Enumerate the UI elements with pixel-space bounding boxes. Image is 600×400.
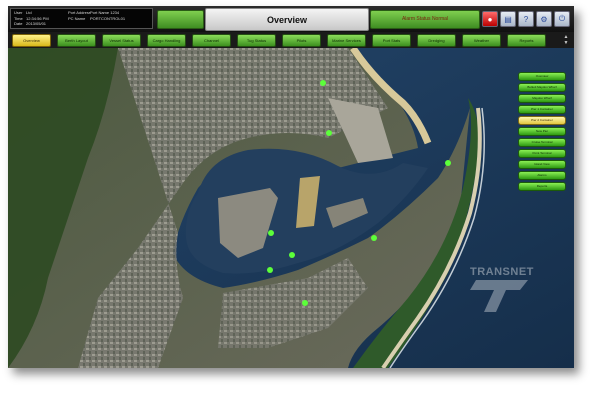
side-menu-item[interactable]: New Pier: [518, 127, 566, 136]
status-marker[interactable]: [267, 267, 273, 273]
nav-scroll-control[interactable]: ▲ ▼: [560, 33, 572, 47]
logout-icon[interactable]: ⏻: [554, 11, 570, 27]
nav-tab[interactable]: Weather: [462, 34, 501, 47]
company-watermark: TRANSNET: [470, 266, 550, 326]
status-marker[interactable]: [289, 252, 295, 258]
top-header: User Ltd Port Address Port Name 1234 Tim…: [8, 6, 574, 32]
nav-tab[interactable]: Dredging: [417, 34, 456, 47]
alarm-status-text: Alarm Status Normal: [401, 16, 449, 22]
header-toolbar: ● ▤ ? ⚙ ⏻: [482, 11, 570, 27]
page-title: Overview: [205, 8, 369, 31]
nav-tab[interactable]: Tug Status: [237, 34, 276, 47]
header-status-left: [157, 10, 204, 29]
info-value: 2013/05/01: [26, 21, 47, 27]
status-marker[interactable]: [320, 80, 326, 86]
nav-tab[interactable]: Vessel Status: [102, 34, 141, 47]
side-menu-item[interactable]: Overview: [518, 72, 566, 81]
settings-icon[interactable]: ⚙: [536, 11, 552, 27]
print-icon[interactable]: ▤: [500, 11, 516, 27]
side-menu-item-active[interactable]: Pier 2 Container: [518, 116, 566, 125]
nav-tab[interactable]: Berth Layout: [57, 34, 96, 47]
nav-tab[interactable]: Pilots: [282, 34, 321, 47]
nav-tab[interactable]: Cargo Handling: [147, 34, 186, 47]
port-satellite-map[interactable]: Overview Bulkoil Maydon Wharf Maydon Wha…: [8, 48, 574, 368]
side-menu-item[interactable]: Cruise Terminal: [518, 138, 566, 147]
side-menu-item[interactable]: Point Terminal: [518, 149, 566, 158]
terminal-side-menu: Overview Bulkoil Maydon Wharf Maydon Wha…: [518, 72, 566, 191]
nav-tab[interactable]: Port Stats: [372, 34, 411, 47]
status-marker[interactable]: [302, 300, 308, 306]
side-menu-item[interactable]: Bulkoil Maydon Wharf: [518, 83, 566, 92]
status-marker[interactable]: [445, 160, 451, 166]
alarm-icon[interactable]: ●: [482, 11, 498, 27]
status-marker[interactable]: [268, 230, 274, 236]
nav-tab[interactable]: Marine Services: [327, 34, 366, 47]
info-label: PC Name: [68, 15, 86, 21]
nav-tab-overview[interactable]: Overview: [12, 34, 51, 47]
main-navigation: Overview Berth Layout Vessel Status Carg…: [8, 32, 574, 48]
info-value: PORTCONTROL01: [90, 15, 126, 21]
side-menu-item[interactable]: Island View: [518, 160, 566, 169]
help-icon[interactable]: ?: [518, 11, 534, 27]
nav-tab[interactable]: Reports: [507, 34, 546, 47]
side-menu-item[interactable]: Alarms: [518, 171, 566, 180]
side-menu-item[interactable]: Maydon Wharf: [518, 94, 566, 103]
status-marker[interactable]: [326, 130, 332, 136]
info-label: Date: [14, 21, 23, 27]
chevron-down-icon[interactable]: ▼: [564, 40, 569, 46]
nav-tab[interactable]: Channel: [192, 34, 231, 47]
watermark-text: TRANSNET: [470, 266, 534, 278]
side-menu-item[interactable]: Reports: [518, 182, 566, 191]
company-logo-icon: [470, 280, 528, 312]
status-marker[interactable]: [371, 235, 377, 241]
alarm-status-banner[interactable]: Alarm Status Normal: [370, 10, 480, 29]
application-window: User Ltd Port Address Port Name 1234 Tim…: [8, 6, 574, 368]
session-info-panel: User Ltd Port Address Port Name 1234 Tim…: [10, 8, 153, 29]
side-menu-item[interactable]: Pier 1 Container: [518, 105, 566, 114]
